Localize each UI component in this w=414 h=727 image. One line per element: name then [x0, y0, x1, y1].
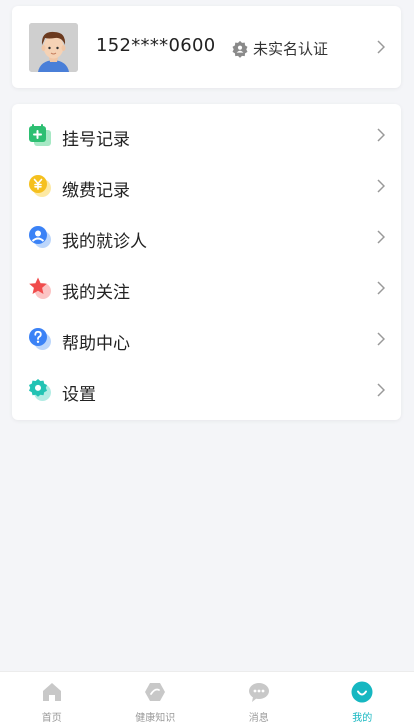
menu-item-label: 帮助中心: [62, 334, 130, 354]
chevron-right-icon: [377, 179, 385, 193]
avatar: [29, 23, 78, 72]
profile-tab-icon: [351, 681, 373, 703]
tab-label: 首页: [41, 713, 62, 724]
payment-record-icon: [29, 175, 51, 197]
menu-card: 挂号记录 缴费记录 我的就诊人 我的关注 帮助中心 设置: [12, 104, 401, 420]
register-record-icon: [29, 124, 51, 146]
menu-item-label: 设置: [62, 385, 96, 405]
help-icon: [29, 328, 51, 350]
settings-icon: [29, 379, 51, 401]
chevron-right-icon: [377, 383, 385, 397]
menu-item-help-center[interactable]: 帮助中心: [12, 313, 401, 364]
menu-item-register-record[interactable]: 挂号记录: [12, 109, 401, 160]
verify-badge-icon: [232, 40, 248, 58]
menu-item-payment-record[interactable]: 缴费记录: [12, 160, 401, 211]
chevron-right-icon: [377, 128, 385, 142]
tab-label: 我的: [352, 713, 373, 724]
tab-label: 健康知识: [135, 713, 176, 724]
chevron-right-icon: [377, 281, 385, 295]
menu-item-settings[interactable]: 设置: [12, 364, 401, 415]
star-icon: [29, 277, 51, 299]
menu-item-patient[interactable]: 我的就诊人: [12, 211, 401, 262]
bottom-tab-bar: 首页 健康知识 消息 我的: [0, 671, 414, 727]
profile-card[interactable]: 152****0600 未实名认证: [12, 6, 401, 88]
verify-status[interactable]: 未实名认证: [231, 38, 328, 59]
chevron-right-icon: [377, 332, 385, 346]
menu-item-follow[interactable]: 我的关注: [12, 262, 401, 313]
tab-home[interactable]: 首页: [0, 672, 104, 727]
health-knowledge-icon: [145, 683, 166, 701]
verify-status-label: 未实名认证: [253, 40, 329, 58]
chevron-right-icon: [377, 230, 385, 244]
tab-label: 消息: [248, 713, 269, 724]
menu-item-label: 我的关注: [62, 283, 130, 303]
phone-number: 152****0600: [96, 35, 216, 56]
menu-item-label: 缴费记录: [62, 181, 130, 201]
menu-item-label: 挂号记录: [62, 130, 130, 150]
tab-health-knowledge[interactable]: 健康知识: [104, 672, 208, 727]
message-icon: [248, 683, 269, 702]
home-icon: [42, 683, 61, 701]
patient-icon: [29, 226, 51, 248]
chevron-right-icon: [377, 40, 385, 54]
tab-message[interactable]: 消息: [207, 672, 311, 727]
menu-item-label: 我的就诊人: [62, 232, 147, 252]
tab-mine[interactable]: 我的: [311, 672, 414, 727]
